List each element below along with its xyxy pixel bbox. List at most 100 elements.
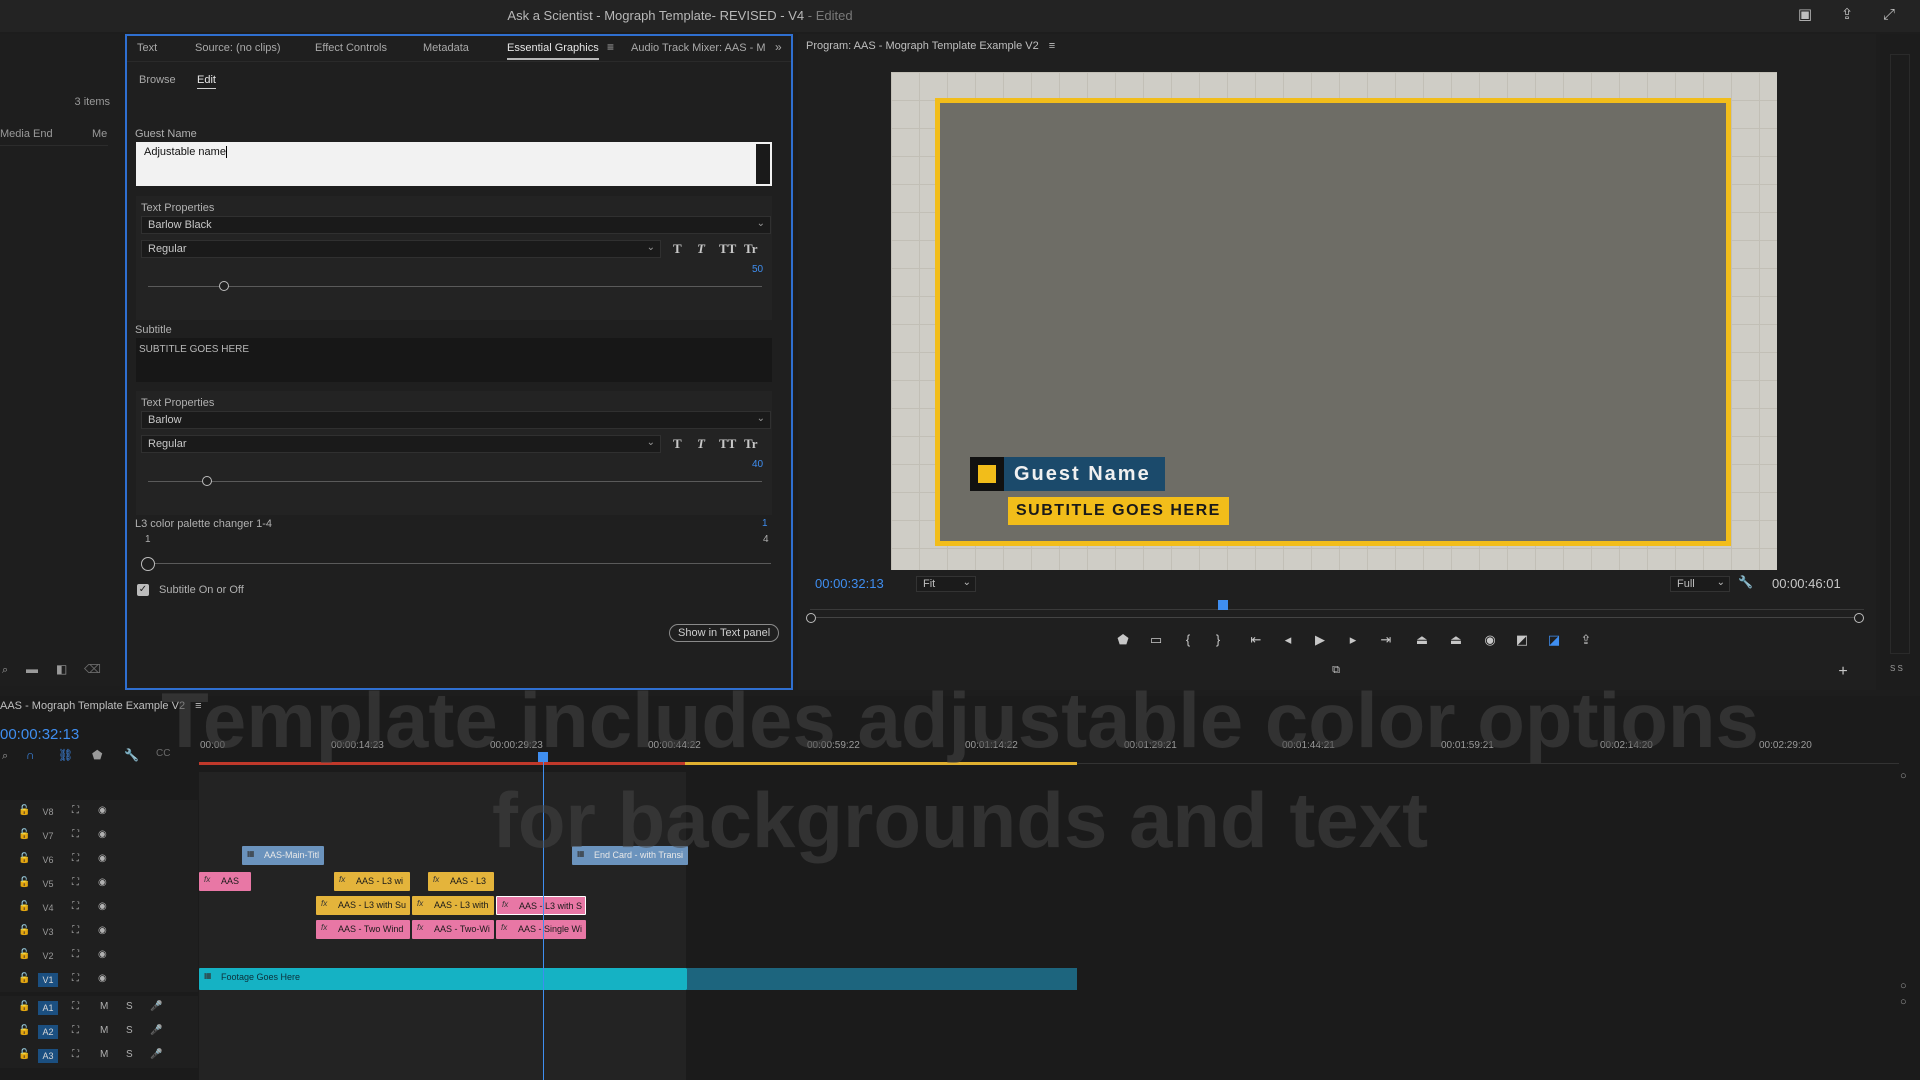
play-icon[interactable]: ▶ (1310, 630, 1330, 650)
font-style-select-1[interactable]: Regular ⌄ (141, 240, 661, 258)
trash-icon[interactable]: ⌫ (84, 662, 101, 676)
tab-effect-controls[interactable]: Effect Controls (315, 42, 387, 54)
timeline-scroll-handle[interactable]: ○ (1900, 770, 1907, 782)
folder-icon[interactable]: ▬ (26, 662, 38, 676)
track-label[interactable]: A1 (38, 1001, 58, 1015)
font-style-select-2[interactable]: Regular ⌄ (141, 435, 661, 453)
tab-audio-track-mixer[interactable]: Audio Track Mixer: AAS - M (631, 42, 765, 54)
clip-v3-single-window[interactable]: fx AAS - Single Wi (496, 920, 586, 939)
clip-v5-l3-a[interactable]: fx AAS - L3 wi (334, 872, 410, 891)
clip-footage[interactable]: ▦ Footage Goes Here (199, 968, 687, 990)
program-timecode[interactable]: 00:00:32:13 (815, 576, 884, 591)
bold-button-1[interactable]: T (673, 241, 682, 257)
lift-icon[interactable]: ⏏ (1412, 630, 1432, 650)
show-in-text-panel-button[interactable]: Show in Text panel (669, 624, 780, 642)
tab-source[interactable]: Source: (no clips) (195, 42, 281, 54)
eye-icon[interactable]: ◉ (98, 853, 107, 864)
timeline-timecode[interactable]: 00:00:32:13 (0, 726, 79, 743)
step-forward-icon[interactable]: ▸ (1343, 630, 1363, 650)
clip-v3-two-window-a[interactable]: fx AAS - Two Wind (316, 920, 410, 939)
eye-icon[interactable]: ◉ (98, 973, 107, 984)
go-to-in-icon[interactable]: ⇤ (1246, 630, 1266, 650)
comparison-view-icon[interactable]: ◩ (1512, 630, 1532, 650)
add-marker-icon[interactable]: ⬟ (1113, 630, 1133, 650)
font-family-select-2[interactable]: Barlow ⌄ (141, 411, 771, 429)
step-back-icon[interactable]: ◂ (1278, 630, 1298, 650)
mute-icon[interactable]: M (100, 1001, 108, 1012)
add-marker-icon[interactable]: ⬟ (92, 748, 102, 762)
font-family-select-1[interactable]: Barlow Black ⌄ (141, 216, 771, 234)
add-button-icon[interactable]: + (1833, 662, 1853, 682)
program-playhead[interactable] (1218, 600, 1228, 610)
more-tabs-icon[interactable]: » (775, 40, 782, 54)
font-size-slider-1[interactable] (148, 286, 762, 287)
go-to-out-icon[interactable]: ⇥ (1376, 630, 1396, 650)
captions-icon[interactable]: CC (156, 748, 170, 759)
multicam-icon[interactable]: ◪ (1544, 630, 1564, 650)
small-caps-button-1[interactable]: Tr (744, 241, 757, 257)
zoom-handle-left[interactable] (806, 613, 816, 623)
fullscreen-icon[interactable]: ⤢ (1880, 6, 1898, 24)
font-size-value-1[interactable]: 50 (752, 264, 763, 275)
solo-icon[interactable]: S (126, 1049, 133, 1060)
clip-end-card[interactable]: ▦ End Card - with Transi (572, 846, 688, 865)
palette-slider-knob[interactable] (141, 557, 155, 571)
zoom-select[interactable]: Fit ⌄ (916, 576, 976, 592)
clip-v4-l3-c[interactable]: fx AAS - L3 with S (496, 896, 586, 915)
eye-icon[interactable]: ◉ (98, 829, 107, 840)
track-label[interactable]: A3 (38, 1049, 58, 1063)
mic-icon[interactable]: 🎤 (150, 1049, 162, 1060)
export-frame-icon[interactable]: ◉ (1480, 630, 1500, 650)
eye-icon[interactable]: ◉ (98, 901, 107, 912)
share-output-icon[interactable]: ⇪ (1576, 630, 1596, 650)
mark-out-icon[interactable]: } (1208, 630, 1228, 650)
clip-v5-aas[interactable]: fx AAS (199, 872, 251, 891)
subtitle-toggle-checkbox[interactable]: ✓ (137, 584, 149, 596)
eye-icon[interactable]: ◉ (98, 925, 107, 936)
track-label[interactable]: V2 (38, 949, 58, 963)
video-frame[interactable]: Guest Name SUBTITLE GOES HERE (891, 72, 1777, 570)
font-size-slider-knob-2[interactable] (202, 476, 212, 486)
snap-icon[interactable]: ∩ (26, 748, 35, 762)
clip-v5-l3-b[interactable]: fx AAS - L3 (428, 872, 494, 891)
clip-v4-l3-a[interactable]: fx AAS - L3 with Su (316, 896, 410, 915)
eye-icon[interactable]: ◉ (98, 877, 107, 888)
palette-value[interactable]: 1 (762, 518, 768, 529)
small-caps-button-2[interactable]: Tr (744, 436, 757, 452)
track-label[interactable]: V6 (38, 853, 58, 867)
solo-icon[interactable]: S (126, 1025, 133, 1036)
mic-icon[interactable]: 🎤 (150, 1001, 162, 1012)
notification-icon[interactable]: ▣ (1796, 6, 1814, 24)
clip-v3-two-window-b[interactable]: fx AAS - Two-Wi (412, 920, 494, 939)
font-size-slider-2[interactable] (148, 481, 762, 482)
timeline-scroll-handle[interactable]: ○ (1900, 980, 1907, 992)
font-size-slider-knob-1[interactable] (219, 281, 229, 291)
timeline-scroll-handle[interactable]: ○ (1900, 996, 1907, 1008)
settings-wrench-icon[interactable]: 🔧 (1738, 575, 1753, 589)
subtab-browse[interactable]: Browse (139, 74, 176, 86)
zoom-handle-right[interactable] (1854, 613, 1864, 623)
program-scrub-ruler[interactable] (810, 596, 1864, 610)
clip-v4-l3-b[interactable]: fx AAS - L3 with (412, 896, 494, 915)
share-icon[interactable]: ⇪ (1838, 6, 1856, 24)
zoom-bar[interactable] (810, 617, 1864, 618)
all-caps-button-2[interactable]: TT (719, 436, 736, 452)
eye-icon[interactable]: ◉ (98, 805, 107, 816)
tab-essential-graphics[interactable]: Essential Graphics (507, 42, 599, 60)
work-area-bar[interactable] (199, 762, 685, 765)
palette-slider[interactable] (145, 563, 771, 564)
linked-selection-icon[interactable]: ⛓ (58, 748, 73, 762)
italic-button-1[interactable]: T (697, 241, 705, 257)
solo-icon[interactable]: S (126, 1001, 133, 1012)
font-size-value-2[interactable]: 40 (752, 459, 763, 470)
bold-button-2[interactable]: T (673, 436, 682, 452)
safe-margins-icon[interactable]: ▭ (1146, 630, 1166, 650)
mute-icon[interactable]: M (100, 1049, 108, 1060)
guest-name-input[interactable]: Adjustable name (136, 142, 772, 186)
mic-icon[interactable]: 🎤 (150, 1025, 162, 1036)
track-label[interactable]: V1 (38, 973, 58, 987)
extract-icon[interactable]: ⏏ (1446, 630, 1466, 650)
eye-icon[interactable]: ◉ (98, 949, 107, 960)
subtab-edit[interactable]: Edit (197, 74, 216, 89)
timeline-wrench-icon[interactable]: 🔧 (124, 748, 139, 762)
